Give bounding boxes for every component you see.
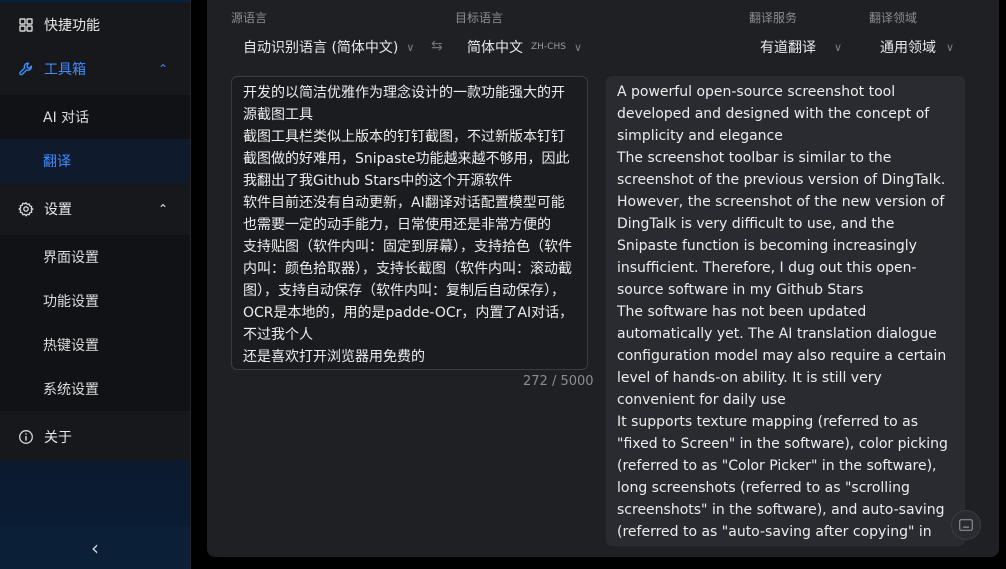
keyboard-button[interactable] <box>951 510 981 540</box>
sidebar-item-label: 关于 <box>44 430 72 446</box>
sidebar-item-settings[interactable]: 设置 ⌃ <box>0 187 190 231</box>
sidebar-item-toolbox[interactable]: 工具箱 ⌃ <box>0 47 190 91</box>
info-icon <box>18 429 34 445</box>
chevron-down-icon: ∨ <box>834 40 843 54</box>
chevron-up-icon: ⌃ <box>157 202 168 216</box>
target-language-label: 目标语言 <box>455 11 504 25</box>
gear-icon <box>18 201 34 217</box>
character-count: 272 / 5000 <box>523 374 594 389</box>
target-language-code: ZH-CHS <box>531 42 566 52</box>
chevron-left-icon: ‹ <box>91 535 99 560</box>
source-text-input[interactable]: 开发的以简洁优雅作为理念设计的一款功能强大的开源截图工具 截图工具栏类似上版本的… <box>231 76 588 370</box>
sidebar-item-hotkey-settings[interactable]: 热键设置 <box>0 323 190 367</box>
translate-panel: 源语言 自动识别语言 (简体中文) ∨ ⇆ 目标语言 简体中文 ZH-CHS ∨… <box>207 0 999 557</box>
target-language-select[interactable]: 简体中文 ZH-CHS ∨ <box>467 35 582 59</box>
sidebar-item-label: 快捷功能 <box>44 18 100 34</box>
swap-languages-icon[interactable]: ⇆ <box>431 38 443 54</box>
sidebar: 快捷功能 工具箱 ⌃ AI 对话 翻译 设置 ⌃ 界面设置 功能设置 热键设置 … <box>0 0 191 569</box>
sidebar-item-translate[interactable]: 翻译 <box>0 139 190 183</box>
source-language-select[interactable]: 自动识别语言 (简体中文) ∨ <box>243 35 414 59</box>
sidebar-item-system-settings[interactable]: 系统设置 <box>0 367 190 411</box>
collapse-sidebar-button[interactable]: ‹ <box>0 526 190 569</box>
sidebar-item-about[interactable]: 关于 <box>0 415 190 459</box>
translation-service-label: 翻译服务 <box>749 11 798 25</box>
sidebar-item-quick-features[interactable]: 快捷功能 <box>0 3 190 47</box>
translation-domain-label: 翻译领域 <box>869 11 918 25</box>
source-language-label: 源语言 <box>231 11 268 25</box>
sidebar-item-label: 工具箱 <box>44 62 86 78</box>
chevron-down-icon: ∨ <box>946 40 955 54</box>
wrench-icon <box>18 61 34 77</box>
sidebar-item-feature-settings[interactable]: 功能设置 <box>0 279 190 323</box>
sidebar-item-interface-settings[interactable]: 界面设置 <box>0 235 190 279</box>
translation-domain-select[interactable]: 通用领域 ∨ <box>880 35 954 59</box>
sidebar-item-label: 设置 <box>44 202 72 218</box>
chevron-up-icon: ⌃ <box>157 62 168 76</box>
translation-service-select[interactable]: 有道翻译 ∨ <box>760 35 842 59</box>
chevron-down-icon: ∨ <box>406 40 415 54</box>
keyboard-icon <box>959 516 973 535</box>
grid-icon <box>18 17 34 33</box>
sidebar-spacer <box>0 460 190 526</box>
chevron-down-icon: ∨ <box>573 40 583 54</box>
sidebar-item-ai-chat[interactable]: AI 对话 <box>0 95 190 139</box>
translation-output: A powerful open-source screenshot tool d… <box>606 76 965 546</box>
